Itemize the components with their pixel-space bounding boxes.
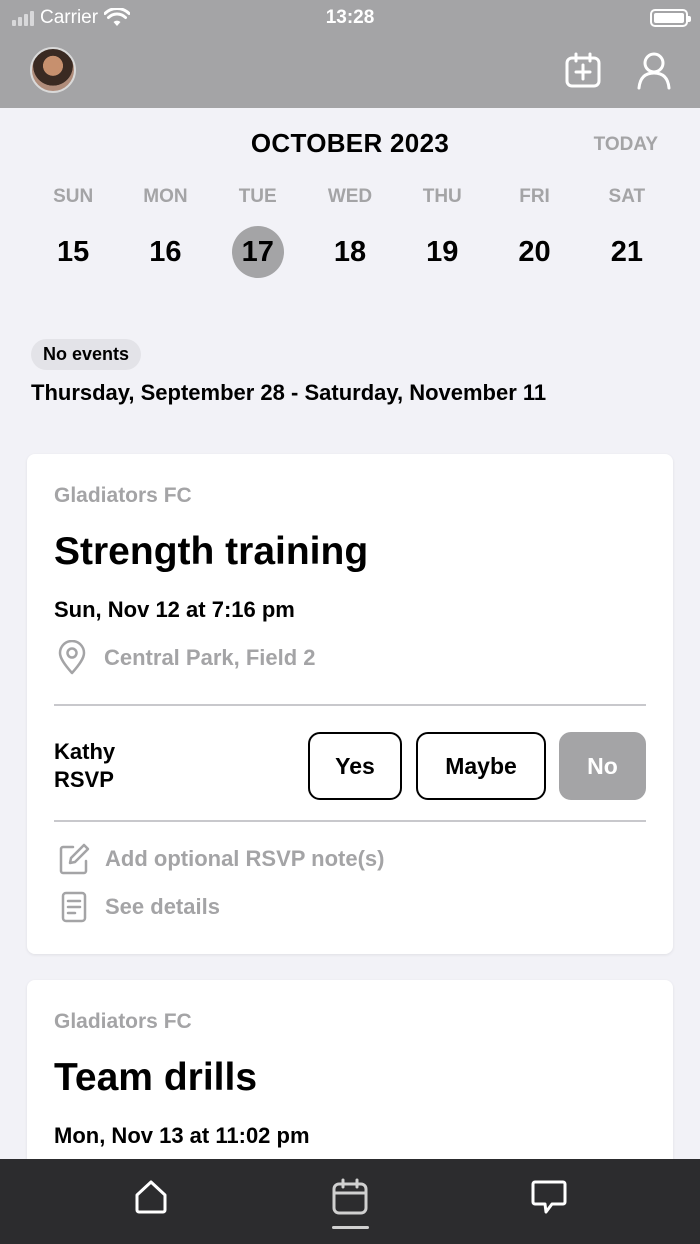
- active-tab-indicator: [332, 1226, 369, 1229]
- avatar[interactable]: [30, 47, 76, 93]
- divider: [54, 704, 646, 706]
- rsvp-yes-button[interactable]: Yes: [308, 732, 402, 800]
- day-tue-selected[interactable]: TUE 17: [212, 186, 304, 278]
- event-title: Strength training: [54, 530, 369, 573]
- home-icon[interactable]: [131, 1177, 171, 1217]
- day-wed[interactable]: WED 18: [304, 186, 396, 278]
- day-number: 16: [149, 236, 182, 268]
- document-icon: [61, 891, 87, 923]
- status-time: 13:28: [325, 7, 375, 28]
- add-note-label: Add optional RSVP note(s): [105, 846, 385, 871]
- day-name: TUE: [238, 186, 277, 207]
- event-title: Team drills: [54, 1056, 258, 1099]
- day-fri[interactable]: FRI 20: [488, 186, 580, 278]
- rsvp-no-button[interactable]: No: [559, 732, 646, 800]
- tab-bar: [0, 1159, 700, 1244]
- day-name: MON: [143, 186, 188, 207]
- day-mon[interactable]: MON 16: [119, 186, 211, 278]
- day-number: 18: [333, 236, 367, 268]
- day-name: FRI: [519, 186, 550, 207]
- location-label: Central Park, Field 2: [104, 645, 316, 670]
- calendar-icon[interactable]: [330, 1177, 370, 1217]
- team-name: Gladiators FC: [54, 484, 192, 507]
- divider: [54, 820, 646, 822]
- event-datetime: Sun, Nov 12 at 7:16 pm: [54, 597, 295, 622]
- no-events-range: Thursday, September 28 - Saturday, Novem…: [31, 380, 547, 405]
- no-events-badge: No events: [31, 339, 142, 370]
- event-card[interactable]: Gladiators FC Strength training Sun, Nov…: [27, 454, 673, 954]
- see-details[interactable]: See details: [57, 890, 220, 924]
- event-card[interactable]: Gladiators FC Team drills Mon, Nov 13 at…: [27, 980, 673, 1180]
- day-sat[interactable]: SAT 21: [581, 186, 673, 278]
- rsvp-maybe-button[interactable]: Maybe: [416, 732, 546, 800]
- rsvp-caption: RSVP: [54, 767, 114, 792]
- today-button[interactable]: TODAY: [594, 134, 658, 156]
- see-details-label: See details: [105, 894, 220, 919]
- rsvp-label: Kathy RSVP: [54, 738, 115, 794]
- team-name: Gladiators FC: [54, 1010, 192, 1033]
- battery-icon: [650, 9, 691, 27]
- day-sun[interactable]: SUN 15: [27, 186, 119, 278]
- profile-icon[interactable]: [634, 50, 674, 90]
- week-strip: SUN 15 MON 16 TUE 17 WED 18 THU 19 FRI 2…: [27, 186, 673, 278]
- day-name: SAT: [608, 186, 646, 207]
- day-number: 20: [518, 236, 551, 268]
- rsvp-name: Kathy: [54, 739, 116, 764]
- day-name: THU: [422, 186, 462, 207]
- chat-icon[interactable]: [529, 1177, 569, 1217]
- status-bar: Carrier 13:28: [0, 0, 700, 36]
- day-name: WED: [327, 186, 373, 207]
- top-bar: Carrier 13:28: [0, 0, 700, 108]
- day-number: 15: [57, 236, 90, 268]
- location-pin-icon: [58, 640, 86, 675]
- edit-note-icon: [59, 843, 90, 875]
- day-number: 17: [231, 226, 284, 278]
- day-thu[interactable]: THU 19: [396, 186, 488, 278]
- day-number: 21: [610, 236, 643, 268]
- event-location[interactable]: Central Park, Field 2: [54, 640, 316, 676]
- day-number: 19: [426, 236, 459, 268]
- calendar-add-icon[interactable]: [563, 50, 603, 90]
- event-datetime: Mon, Nov 13 at 11:02 pm: [54, 1123, 310, 1148]
- day-name: SUN: [53, 186, 94, 207]
- add-rsvp-note[interactable]: Add optional RSVP note(s): [57, 842, 384, 876]
